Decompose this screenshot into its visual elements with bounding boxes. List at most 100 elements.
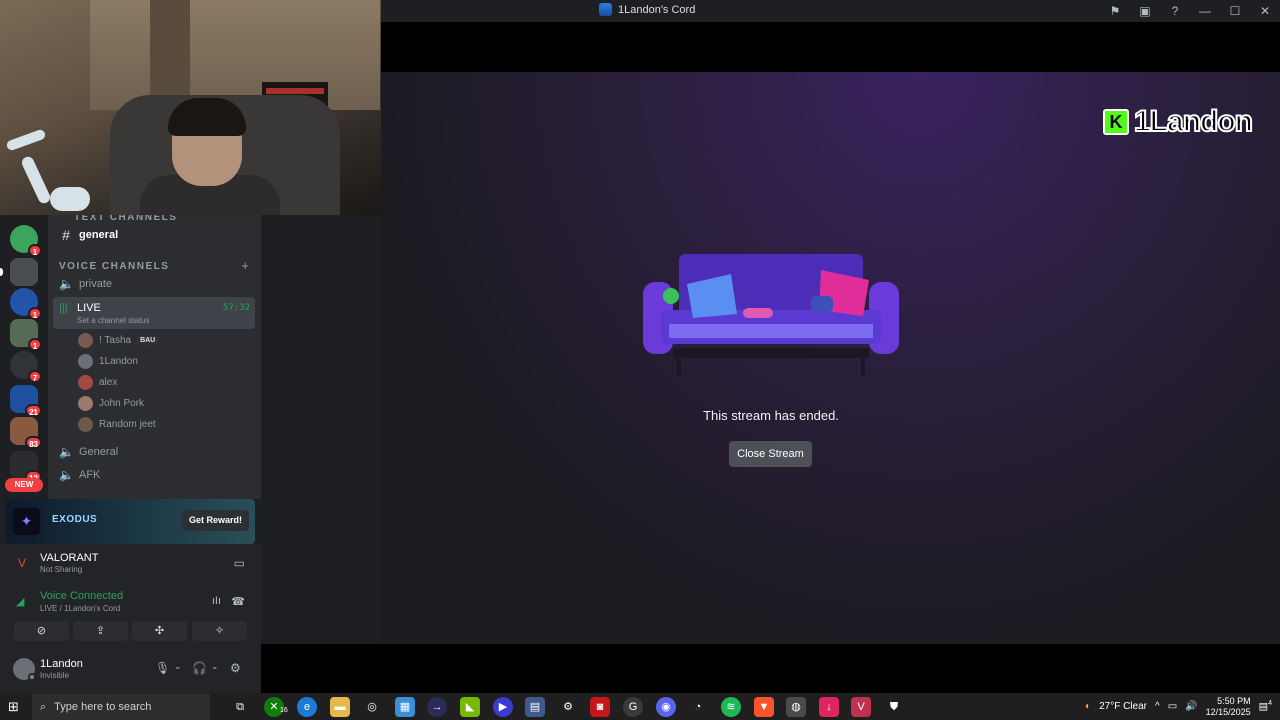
voice-status[interactable]: Voice Connected: [40, 590, 123, 602]
taskbar-search[interactable]: ⌕ Type here to search: [32, 694, 210, 720]
server-icon[interactable]: 83: [10, 417, 42, 449]
title-bar-controls: ⚑ ▣ ? — ☐ ✕: [1100, 0, 1280, 22]
window-title: 1Landon's Cord: [599, 3, 695, 16]
speaker-icon: 🔈: [59, 468, 74, 482]
voice-user[interactable]: Random jeet: [78, 414, 156, 434]
channel-general-voice[interactable]: 🔈 General: [53, 441, 255, 463]
weather-text[interactable]: 27°F Clear: [1099, 701, 1147, 712]
brave-icon[interactable]: ▼: [754, 697, 774, 717]
nvidia-icon[interactable]: ◣: [460, 697, 480, 717]
voice-user[interactable]: alex: [78, 372, 117, 392]
add-channel-icon[interactable]: +: [241, 258, 249, 273]
get-reward-button[interactable]: Get Reward!: [181, 510, 249, 531]
server-icon[interactable]: 1: [10, 319, 42, 351]
close-button[interactable]: ✕: [1250, 4, 1280, 18]
app-icon[interactable]: ⛊: [884, 697, 904, 717]
close-stream-button[interactable]: Close Stream: [729, 441, 812, 467]
chevron-down-icon[interactable]: ⌄: [211, 661, 219, 672]
voice-user-name: Random jeet: [99, 418, 156, 430]
camera-off-button[interactable]: ⊘: [14, 621, 69, 641]
task-view-icon[interactable]: ⧉: [230, 697, 250, 717]
server-icon[interactable]: 1: [10, 225, 42, 257]
server-icon[interactable]: 7: [10, 351, 42, 383]
app-icon[interactable]: ◎: [362, 697, 382, 717]
voice-channels-category[interactable]: VOICE CHANNELS: [59, 261, 169, 272]
soundboard-button[interactable]: ✧: [192, 621, 247, 641]
settings-icon[interactable]: ⚙: [558, 697, 578, 717]
file-explorer-icon[interactable]: ▬: [330, 697, 350, 717]
avatar: [78, 353, 93, 369]
share-screen-icon[interactable]: ▭: [234, 556, 245, 570]
microphone-icon[interactable]: 🎙: [155, 661, 170, 675]
channel-afk[interactable]: 🔈 AFK: [53, 464, 255, 486]
activity-panel: V VALORANT Not Sharing ▭: [0, 544, 261, 583]
media-icon[interactable]: ▶: [493, 697, 513, 717]
activities-button[interactable]: ✣: [132, 621, 187, 641]
clock[interactable]: 5:50 PM 12/15/2025: [1206, 696, 1251, 718]
disconnect-icon[interactable]: ☎: [231, 595, 245, 608]
chevron-up-icon[interactable]: ^: [1155, 701, 1160, 712]
volume-icon[interactable]: 🔊: [1185, 701, 1197, 712]
server-logo-icon: [599, 3, 612, 16]
chevron-down-icon[interactable]: ⌄: [174, 661, 182, 672]
channel-private[interactable]: 🔈 private: [53, 273, 255, 295]
user-status: Invisible: [40, 671, 69, 680]
screen-share-button[interactable]: ⇪: [73, 621, 128, 641]
unread-badge: 1: [28, 338, 42, 351]
channel-list: TEXT CHANNELS # general VOICE CHANNELS +…: [48, 212, 261, 499]
windows-taskbar: ⊞ ⌕ Type here to search ⧉ ✕ 16 e ▬ ◎ ▦ →…: [0, 693, 1280, 720]
chrome-icon[interactable]: ◍: [786, 697, 806, 717]
windows-start-icon[interactable]: ⊞: [8, 699, 19, 715]
channel-general[interactable]: # general: [53, 224, 255, 246]
channel-label: private: [79, 278, 113, 290]
unread-badge: 7: [28, 370, 42, 383]
stream-footer: [261, 644, 1280, 693]
server-icon[interactable]: 21: [10, 385, 42, 417]
calculator-icon[interactable]: ▤: [525, 697, 545, 717]
speaker-icon: 🔈: [59, 277, 74, 291]
user-name[interactable]: 1Landon: [40, 658, 83, 670]
server-icon[interactable]: [10, 258, 38, 286]
app-icon[interactable]: G: [623, 697, 643, 717]
voice-user[interactable]: ! Tasha BAU: [78, 330, 159, 350]
spotify-icon[interactable]: ≋: [721, 697, 741, 717]
webcam-overlay: [0, 0, 381, 215]
channel-live[interactable]: ||| LIVE Set a channel status 57:32: [53, 297, 255, 329]
noise-suppression-icon[interactable]: ıIı: [212, 595, 221, 607]
webcam-person-hair: [168, 98, 246, 136]
minimize-button[interactable]: —: [1190, 4, 1220, 18]
notifications-icon[interactable]: ▤4: [1259, 700, 1272, 712]
voice-user[interactable]: 1Landon: [78, 351, 138, 371]
app-icon[interactable]: ↓: [819, 697, 839, 717]
xbox-badge: 16: [280, 707, 288, 714]
window-title-text: 1Landon's Cord: [618, 3, 696, 16]
app-icon[interactable]: →: [427, 697, 447, 717]
live-timer: 57:32: [222, 303, 250, 313]
store-icon[interactable]: ▦: [395, 697, 415, 717]
screen-icon[interactable]: ▣: [1130, 4, 1160, 18]
server-icon[interactable]: 12: [10, 451, 42, 483]
promo-banner[interactable]: ✦ EXODUS Get Reward!: [6, 499, 255, 544]
edge-icon[interactable]: e: [297, 697, 317, 717]
voice-user-name: 1Landon: [99, 355, 138, 367]
user-tag: BAU: [137, 335, 159, 345]
system-tray: ◐ 27°F Clear ^ ▭ 🔊 5:50 PM 12/15/2025 ▤4: [1085, 693, 1280, 720]
app-icon[interactable]: ◙: [590, 697, 610, 717]
help-icon[interactable]: ?: [1160, 4, 1190, 18]
app-icon[interactable]: ◔: [688, 697, 708, 717]
weather-icon[interactable]: ◐: [1085, 701, 1091, 712]
maximize-button[interactable]: ☐: [1220, 4, 1250, 18]
notification-count: 4: [1268, 700, 1272, 708]
channel-status[interactable]: Set a channel status: [77, 316, 150, 325]
headphones-icon[interactable]: 🎧: [192, 661, 207, 675]
flag-icon[interactable]: ⚑: [1100, 4, 1130, 18]
server-icon[interactable]: 1: [10, 288, 42, 320]
network-icon[interactable]: ▭: [1168, 701, 1177, 712]
discord-icon[interactable]: ◉: [656, 697, 676, 717]
voice-user[interactable]: John Pork: [78, 393, 144, 413]
settings-gear-icon[interactable]: ⚙: [230, 661, 241, 675]
signal-icon[interactable]: ◢: [16, 595, 24, 608]
voice-user-name: ! Tasha: [99, 334, 132, 346]
couch-illustration: [643, 254, 899, 376]
app-icon[interactable]: V: [851, 697, 871, 717]
